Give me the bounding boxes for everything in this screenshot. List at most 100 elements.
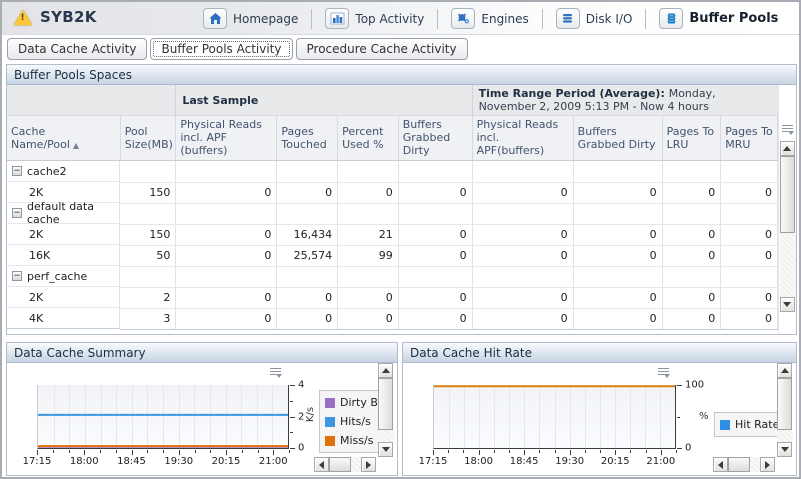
value-cell: 0 [338, 308, 399, 329]
nav-homepage[interactable]: Homepage [190, 2, 311, 35]
scroll-right-button[interactable] [760, 457, 775, 472]
value-cell: 0 [573, 224, 662, 245]
x-tick-mark [509, 450, 510, 453]
value-cell: 0 [472, 182, 573, 203]
scroll-left-button[interactable] [314, 457, 329, 472]
chart-horizontal-scrollbar[interactable] [314, 457, 376, 472]
value-cell: 0 [277, 182, 338, 203]
column-header-percent-used[interactable]: Percent Used % [338, 116, 399, 161]
scroll-down-button[interactable] [777, 442, 792, 457]
x-tick-mark [433, 450, 434, 455]
data-cache-summary-panel: Data Cache Summary 17:1518:0018:4519:302… [6, 342, 398, 476]
scroll-right-button[interactable] [361, 457, 376, 472]
value-cell: 0 [176, 287, 277, 308]
value-cell: 0 [472, 308, 573, 329]
value-cell [176, 161, 277, 183]
scroll-up-button[interactable] [777, 363, 792, 378]
column-header-buffers-grabbed-dirty[interactable]: Buffers Grabbed Dirty [398, 116, 472, 161]
value-cell: 16,434 [277, 224, 338, 245]
scroll-up-button[interactable] [780, 141, 795, 156]
table-options-icon[interactable] [782, 124, 794, 135]
cache-name: 2K [29, 228, 43, 241]
scroll-left-button[interactable] [713, 457, 728, 472]
column-header-buffers-grabbed-dirty-avg[interactable]: Buffers Grabbed Dirty [573, 116, 662, 161]
column-header-pages-touched[interactable]: Pages Touched [277, 116, 338, 161]
table-row[interactable]: 2K150016,4342100000 [7, 224, 778, 245]
table-vertical-scrollbar[interactable] [780, 141, 796, 312]
x-tick-mark [555, 450, 556, 453]
chart-vertical-scrollbar[interactable] [777, 363, 793, 457]
scrollbar-thumb[interactable] [728, 457, 750, 472]
collapse-icon[interactable]: − [12, 166, 22, 176]
scrollbar-track[interactable] [351, 457, 361, 472]
column-header-pages-to-lru[interactable]: Pages To LRU [662, 116, 721, 161]
scrollbar-thumb[interactable] [329, 457, 351, 472]
column-header-cache-name[interactable]: Cache Name/Pool▲ [7, 116, 120, 161]
scroll-down-button[interactable] [378, 442, 393, 457]
legend-label: Hits/s [340, 415, 371, 428]
y-tick-label: 4 [298, 380, 304, 391]
scrollbar-track[interactable] [378, 430, 394, 442]
nav-buffer-pools[interactable]: Buffer Pools [646, 2, 791, 35]
value-cell: 0 [721, 245, 778, 266]
collapse-icon[interactable]: − [12, 271, 22, 281]
x-tick-label: 21:00 [259, 456, 288, 467]
chart-series-lines [38, 385, 288, 448]
nav-engines[interactable]: Engines [438, 2, 541, 35]
x-tick-mark [179, 450, 180, 455]
legend-swatch [325, 398, 335, 408]
toolbar: Homepage Top Activity Engines [190, 2, 791, 35]
x-tick-label: 18:45 [117, 456, 146, 467]
value-cell [338, 266, 399, 287]
group-row[interactable]: −default data cache [7, 203, 778, 224]
scrollbar-track[interactable] [777, 430, 793, 442]
chart-options-icon[interactable] [270, 367, 282, 378]
cache-name: 2K [29, 186, 43, 199]
table-row[interactable]: 16K50025,5749900000 [7, 245, 778, 266]
value-cell [277, 266, 338, 287]
table-row[interactable]: 2K200000000 [7, 287, 778, 308]
legend-label: Miss/s [340, 434, 373, 447]
x-tick-mark [163, 450, 164, 453]
target-header: SYB2K [14, 8, 97, 26]
x-tick-label: 20:15 [212, 456, 241, 467]
scroll-up-button[interactable] [378, 363, 393, 378]
scrollbar-track[interactable] [750, 457, 760, 472]
column-header-physical-reads[interactable]: Physical Reads incl. APF (buffers) [176, 116, 277, 161]
value-cell: 0 [398, 182, 472, 203]
value-cell: 0 [472, 224, 573, 245]
nav-disk-io[interactable]: Disk I/O [543, 2, 646, 35]
column-header-pool-size[interactable]: Pool Size(MB) [120, 116, 176, 161]
x-tick-mark [615, 450, 616, 455]
chart-horizontal-scrollbar[interactable] [713, 457, 775, 472]
x-tick-mark [116, 450, 117, 453]
table-row[interactable]: 2K15000000000 [7, 182, 778, 203]
value-cell [176, 203, 277, 224]
scrollbar-thumb[interactable] [780, 156, 795, 233]
nav-top-activity[interactable]: Top Activity [312, 2, 437, 35]
chart-plot-area [433, 385, 676, 449]
value-cell [573, 161, 662, 183]
value-cell: 0 [721, 308, 778, 329]
tab-buffer-pools-activity[interactable]: Buffer Pools Activity [150, 38, 292, 60]
scrollbar-thumb[interactable] [777, 378, 792, 430]
value-cell: 0 [338, 182, 399, 203]
collapse-icon[interactable]: − [12, 208, 22, 218]
scrollbar-thumb[interactable] [378, 378, 393, 430]
scroll-down-button[interactable] [780, 297, 795, 312]
group-row[interactable]: −perf_cache [7, 266, 778, 287]
tab-data-cache-activity[interactable]: Data Cache Activity [7, 38, 147, 60]
group-row[interactable]: −cache2 [7, 161, 778, 183]
table-row[interactable]: 4K300000000 [7, 308, 778, 329]
chart-options-icon[interactable] [658, 367, 670, 378]
nav-label: Buffer Pools [689, 11, 778, 26]
scrollbar-track[interactable] [780, 233, 796, 297]
home-icon [203, 8, 227, 29]
tab-procedure-cache-activity[interactable]: Procedure Cache Activity [296, 38, 468, 60]
buffer-pools-table: Last Sample Time Range Period (Average):… [7, 85, 778, 334]
chart-vertical-scrollbar[interactable] [378, 363, 394, 457]
x-tick-mark [273, 450, 274, 455]
value-cell [721, 161, 778, 183]
column-header-physical-reads-avg[interactable]: Physical Reads incl. APF(buffers) [472, 116, 573, 161]
column-header-pages-to-mru[interactable]: Pages To MRU [721, 116, 778, 161]
